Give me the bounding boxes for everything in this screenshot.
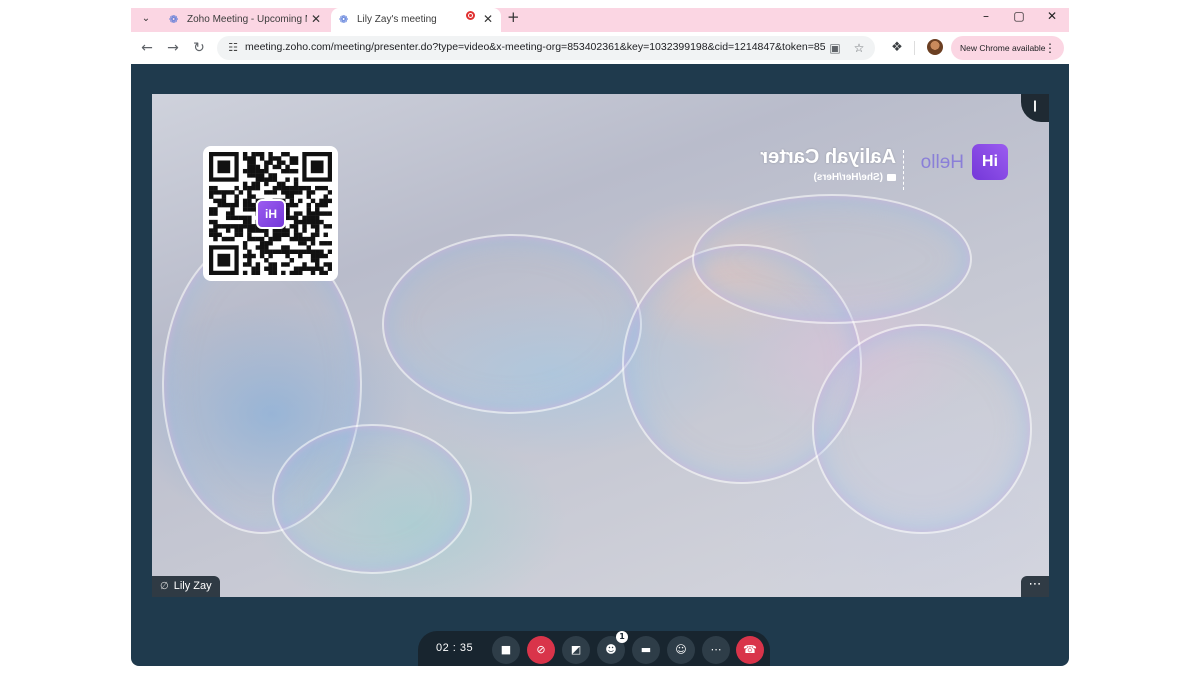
new-tab-icon[interactable]: + — [507, 8, 520, 26]
overlay-divider — [903, 150, 904, 190]
participant-name-tag: ∅ Lily Zay — [152, 576, 220, 597]
reactions-icon: ☺ — [675, 643, 687, 656]
more-horiz-icon: ⋯ — [710, 643, 722, 656]
reactions-button[interactable]: ☺ — [667, 636, 695, 664]
browser-window: ⌄ ❁ Zoho Meeting - Upcoming Meetings ✕ ❁… — [131, 8, 1069, 666]
greeting-text: Hello — [920, 152, 964, 173]
camera-in-use-icon[interactable]: ▣ — [827, 40, 843, 56]
tab-upcoming-meetings[interactable]: ❁ Zoho Meeting - Upcoming Meetings ✕ — [161, 8, 329, 32]
close-window-icon[interactable]: ✕ — [1037, 8, 1067, 24]
zoho-icon: ❁ — [169, 13, 179, 26]
bubble-shape — [382, 234, 642, 414]
video-camera-icon: ■ — [500, 643, 512, 656]
tab-title: Zoho Meeting - Upcoming Meetings — [187, 14, 307, 25]
bookmark-star-icon[interactable]: ☆ — [851, 40, 867, 56]
qr-code: iH — [203, 146, 338, 281]
meeting-control-bar: 02 : 35 ■ ⊘ ◩ ☻ 1 ▬ ☺ ⋯ ☎ — [418, 631, 770, 666]
tab-lily-zay-meeting[interactable]: ❁ Lily Zay's meeting ✕ — [331, 8, 501, 32]
participants-button[interactable]: ☻ 1 — [597, 631, 628, 664]
bubble-shape — [692, 194, 972, 324]
update-label: New Chrome available — [960, 43, 1046, 53]
qr-brand-logo: iH — [256, 199, 286, 229]
minimize-icon[interactable]: – — [971, 8, 1001, 24]
participants-icon: ☻ — [605, 643, 617, 656]
pronoun-tag-icon — [887, 173, 896, 181]
address-bar[interactable]: ☷ meeting.zoho.com/meeting/presenter.do?… — [217, 36, 875, 60]
more-vert-icon: ⋮ — [1044, 41, 1056, 55]
pronouns-text: (She/Her/Hers) — [813, 172, 883, 183]
pronouns: (She/Her/Hers) — [814, 172, 896, 183]
back-icon[interactable]: ← — [137, 38, 157, 58]
extensions-puzzle-icon[interactable]: ❖ — [888, 39, 906, 57]
browser-toolbar: ← → ↻ ☷ meeting.zoho.com/meeting/present… — [131, 32, 1069, 64]
video-camera-button[interactable]: ■ — [492, 636, 520, 664]
brand-logo: iH — [972, 144, 1008, 180]
tile-more-options-button[interactable]: ⋯ — [1021, 576, 1049, 597]
video-tile: ❙ iH iH Hello Aaliyah Carter (She/Her/He… — [152, 94, 1049, 597]
tab-title: Lily Zay's meeting — [357, 14, 437, 25]
reload-icon[interactable]: ↻ — [189, 38, 209, 58]
more-options-button[interactable]: ⋯ — [702, 636, 730, 664]
leave-meeting-button[interactable]: ☎ — [736, 636, 764, 664]
chat-icon: ▬ — [640, 643, 652, 656]
profile-avatar[interactable] — [927, 39, 943, 55]
new-chrome-available-button[interactable]: New Chrome available ⋮ — [951, 36, 1064, 60]
share-screen-icon: ◩ — [570, 643, 582, 656]
display-name: Aaliyah Carter — [760, 146, 896, 168]
share-screen-button[interactable]: ◩ — [562, 636, 590, 664]
mirrored-name-overlay: iH Hello Aaliyah Carter (She/Her/Hers) — [748, 144, 1008, 204]
bubble-shape — [272, 424, 472, 574]
tab-strip: ⌄ ❁ Zoho Meeting - Upcoming Meetings ✕ ❁… — [131, 8, 1069, 32]
bubble-shape — [812, 324, 1032, 534]
pin-icon[interactable]: ❙ — [1021, 94, 1049, 122]
recording-icon — [466, 11, 475, 20]
participant-name: Lily Zay — [173, 580, 212, 592]
toolbar-divider — [914, 41, 915, 55]
url-text[interactable]: meeting.zoho.com/meeting/presenter.do?ty… — [245, 41, 825, 53]
zoho-icon: ❁ — [339, 13, 349, 26]
mic-muted-button[interactable]: ⊘ — [527, 636, 555, 664]
close-tab-icon[interactable]: ✕ — [483, 11, 493, 27]
participants-count-badge: 1 — [616, 631, 628, 643]
chat-button[interactable]: ▬ — [632, 636, 660, 664]
mic-muted-icon: ∅ — [160, 581, 169, 592]
forward-icon[interactable]: → — [163, 38, 183, 58]
tab-search-chevron-icon[interactable]: ⌄ — [137, 10, 155, 28]
maximize-icon[interactable]: ▢ — [1004, 8, 1034, 24]
end-call-icon: ☎ — [743, 643, 757, 656]
close-tab-icon[interactable]: ✕ — [311, 11, 321, 27]
meeting-timer: 02 : 35 — [436, 642, 474, 654]
mic-off-icon: ⊘ — [536, 643, 546, 656]
site-info-icon[interactable]: ☷ — [225, 40, 241, 56]
